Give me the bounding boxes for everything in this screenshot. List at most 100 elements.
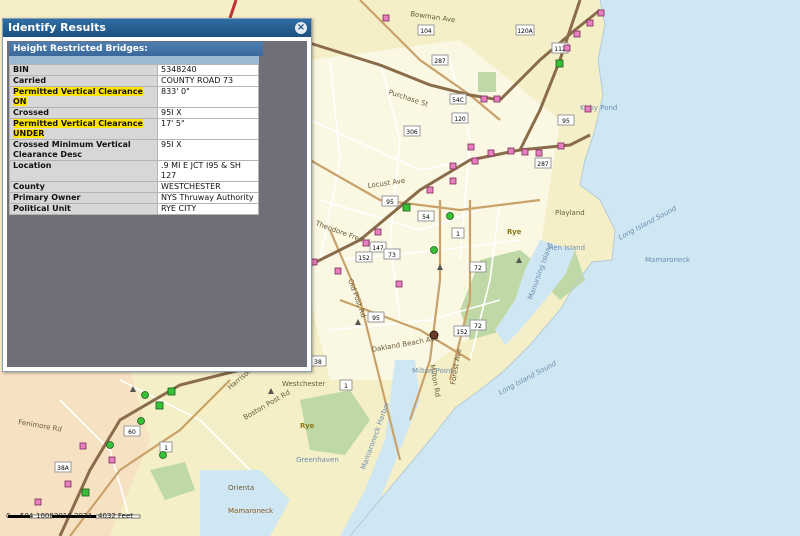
route-shield: 72 bbox=[474, 323, 482, 330]
bridge-marker bbox=[426, 186, 434, 194]
attribute-key: Crossed bbox=[9, 107, 158, 119]
bridge-marker bbox=[471, 157, 479, 165]
park-area bbox=[478, 72, 496, 92]
results-body: Height Restricted Bridges: BIN 5348240 Car… bbox=[7, 41, 307, 367]
attribute-row: Carried COUNTY ROAD 73 bbox=[9, 75, 259, 87]
attribute-value: WESTCHESTER bbox=[157, 181, 259, 193]
attribute-key-text: Political Unit bbox=[13, 204, 71, 214]
bridge-marker bbox=[535, 149, 543, 157]
attribute-value: NYS Thruway Authority bbox=[157, 192, 259, 204]
attribute-table: BIN 5348240 Carried COUNTY ROAD 73 Permitted… bbox=[9, 64, 259, 215]
attribute-row: County WESTCHESTER bbox=[9, 181, 259, 193]
close-icon[interactable]: × bbox=[295, 22, 307, 34]
scale-tick: 4032 Feet bbox=[98, 512, 134, 520]
green-marker bbox=[106, 441, 114, 449]
map-label: Milton Point bbox=[412, 367, 453, 375]
route-shield: 120 bbox=[454, 116, 466, 123]
bridge-marker bbox=[362, 239, 370, 247]
attribute-key-text: BIN bbox=[13, 65, 29, 75]
attribute-key: BIN bbox=[9, 64, 158, 76]
attribute-value: COUNTY ROAD 73 bbox=[157, 75, 259, 87]
attribute-value: 833' 0" bbox=[157, 86, 259, 108]
selected-bridge-marker[interactable] bbox=[429, 330, 439, 340]
bridge-marker bbox=[374, 228, 382, 236]
route-shield: 120A bbox=[517, 28, 533, 35]
green-square-marker bbox=[155, 401, 164, 410]
bridge-marker bbox=[480, 95, 488, 103]
bridge-marker bbox=[449, 177, 457, 185]
attribute-value: RYE CITY bbox=[157, 203, 259, 215]
bridge-marker bbox=[108, 456, 116, 464]
bridge-marker bbox=[334, 267, 342, 275]
bridge-marker bbox=[573, 30, 581, 38]
results-title-spacer bbox=[9, 56, 259, 64]
route-shield: 147 bbox=[372, 245, 384, 252]
map-label: Hen Island bbox=[548, 244, 585, 252]
bridge-marker bbox=[467, 143, 475, 151]
attribute-row: Primary Owner NYS Thruway Authority bbox=[9, 192, 259, 204]
attribute-value: .9 MI E JCT I95 & SH 127 bbox=[157, 160, 259, 182]
map-label: Orienta bbox=[228, 484, 254, 492]
attribute-key: Permitted Vertical Clearance ON bbox=[9, 86, 158, 108]
route-shield: 104 bbox=[420, 28, 432, 35]
route-shield: 152 bbox=[456, 329, 468, 336]
bridge-marker bbox=[597, 9, 605, 17]
identify-results-panel: Identify Results × Height Restricted Bri… bbox=[2, 18, 312, 372]
map-label: Westchester bbox=[282, 380, 325, 388]
attribute-row: Crossed Minimum Vertical Clearance Desc 9… bbox=[9, 139, 259, 161]
bridge-marker bbox=[584, 105, 592, 113]
bridge-marker bbox=[34, 498, 42, 506]
panel-title: Identify Results bbox=[8, 21, 106, 34]
route-shield: 72 bbox=[474, 265, 482, 272]
attribute-row: Permitted Vertical Clearance ON 833' 0" bbox=[9, 86, 259, 108]
attribute-key: Primary Owner bbox=[9, 192, 158, 204]
attribute-key: County bbox=[9, 181, 158, 193]
green-square-marker bbox=[81, 488, 90, 497]
scale-tick: 3024 bbox=[74, 512, 92, 520]
panel-header[interactable]: Identify Results × bbox=[3, 19, 311, 37]
route-shield: 287 bbox=[434, 58, 446, 65]
attribute-row: Location .9 MI E JCT I95 & SH 127 bbox=[9, 160, 259, 182]
attribute-key: Political Unit bbox=[9, 203, 158, 215]
map-label: Mamaroneck bbox=[228, 507, 274, 515]
attribute-key-text: Location bbox=[13, 161, 52, 171]
route-shield: 306 bbox=[406, 129, 418, 136]
attribute-row: Crossed 95I X bbox=[9, 107, 259, 119]
attribute-key-text: Primary Owner bbox=[13, 193, 81, 203]
route-shield: 1 bbox=[344, 383, 348, 390]
bridge-marker bbox=[487, 149, 495, 157]
bridge-marker bbox=[382, 14, 390, 22]
bridge-marker bbox=[563, 44, 571, 52]
map-label: Greenhaven bbox=[296, 456, 339, 464]
route-shield: 152 bbox=[358, 255, 370, 262]
route-shield: 54 bbox=[422, 214, 430, 221]
route-shield: 38A bbox=[57, 465, 70, 472]
attribute-key-text: Permitted Vertical Clearance ON bbox=[13, 87, 143, 106]
green-square-marker bbox=[167, 387, 176, 396]
route-shield: 95 bbox=[372, 315, 380, 322]
bridge-marker bbox=[521, 148, 529, 156]
map-label: Mamaroneck bbox=[645, 256, 691, 264]
bridge-marker bbox=[586, 19, 594, 27]
bridge-marker bbox=[557, 142, 565, 150]
route-shield: 38 bbox=[314, 359, 322, 366]
attribute-key-text: Carried bbox=[13, 76, 47, 86]
route-shield: 1 bbox=[456, 231, 460, 238]
map-label: Playland bbox=[555, 209, 585, 217]
map-label: Rye bbox=[300, 422, 315, 430]
green-marker bbox=[137, 417, 145, 425]
bridge-marker bbox=[395, 280, 403, 288]
green-square-marker bbox=[402, 203, 411, 212]
route-shield: 60 bbox=[128, 429, 136, 436]
attribute-key-text: Permitted Vertical Clearance UNDER bbox=[13, 119, 143, 138]
route-shield: 54C bbox=[452, 97, 464, 104]
attribute-value: 17' 5" bbox=[157, 118, 259, 140]
bridge-marker bbox=[449, 162, 457, 170]
attribute-key-text: Crossed bbox=[13, 108, 49, 118]
bridge-marker bbox=[64, 480, 72, 488]
bridge-marker bbox=[507, 147, 515, 155]
scale-tick: 2016 bbox=[54, 512, 72, 520]
route-shield: 95 bbox=[386, 199, 394, 206]
map-label: Rye bbox=[507, 228, 522, 236]
attribute-row: Political Unit RYE CITY bbox=[9, 203, 259, 215]
